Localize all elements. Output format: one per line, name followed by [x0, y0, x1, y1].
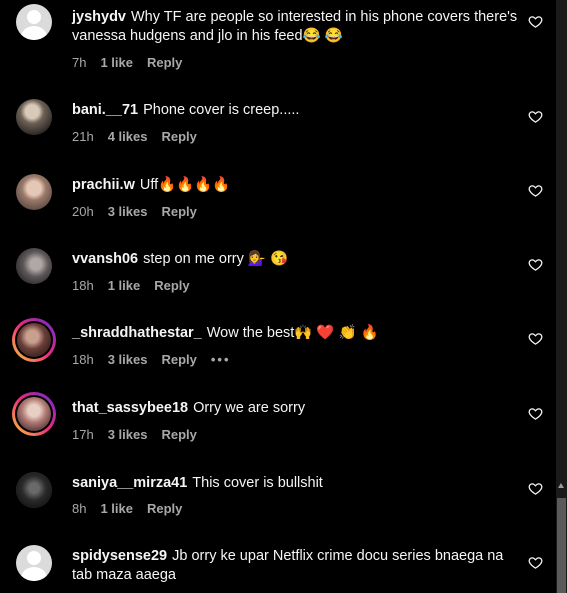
comment-username[interactable]: _shraddhathestar_ — [72, 325, 202, 341]
comment-username[interactable]: that_sassybee18 — [72, 400, 188, 416]
avatar[interactable] — [16, 472, 52, 508]
comment-time: 17h — [72, 427, 94, 442]
comment-body: spidysense29 Jb orry ke upar Netflix crim… — [72, 547, 520, 585]
comment-time: 21h — [72, 129, 94, 144]
scroll-up-arrow-icon[interactable] — [558, 483, 564, 488]
comment-username[interactable]: prachii.w — [72, 177, 135, 193]
comment-meta: 7h 1 like Reply — [72, 55, 182, 70]
comment-text: Orry we are sorry — [193, 400, 306, 416]
comment-body: vvansh06 step on me orry 💁‍♀️ 😘 — [72, 250, 520, 269]
comment-username[interactable]: saniya__mirza41 — [72, 475, 187, 491]
comment-text: Wow the best🙌 ❤️ 👏 🔥 — [206, 325, 379, 341]
scrollbar-thumb[interactable] — [557, 498, 566, 593]
avatar[interactable] — [16, 248, 52, 284]
comment-text: step on me orry 💁‍♀️ 😘 — [143, 251, 289, 267]
comment-text: Phone cover is creep..... — [143, 102, 300, 118]
comment-text: This cover is bullshit — [192, 475, 323, 491]
avatar[interactable] — [12, 392, 56, 436]
avatar[interactable] — [16, 545, 52, 581]
reply-button[interactable]: Reply — [161, 204, 196, 219]
reply-button[interactable]: Reply — [161, 352, 196, 367]
comment-body: prachii.w Uff🔥🔥🔥🔥 — [72, 176, 520, 195]
comment-time: 18h — [72, 352, 94, 367]
comment-likes[interactable]: 3 likes — [108, 352, 148, 367]
comment-time: 20h — [72, 204, 94, 219]
comment-meta: 8h 1 like Reply — [72, 501, 182, 516]
comment-meta: 17h 3 likes Reply — [72, 427, 197, 442]
avatar[interactable] — [16, 4, 52, 40]
heart-outline-icon[interactable] — [528, 481, 543, 496]
comment-likes[interactable]: 3 likes — [108, 427, 148, 442]
comment-likes[interactable]: 1 like — [100, 55, 133, 70]
comment-meta: 18h 1 like Reply — [72, 278, 190, 293]
heart-outline-icon[interactable] — [528, 109, 543, 124]
avatar[interactable] — [12, 318, 56, 362]
reply-button[interactable]: Reply — [161, 129, 196, 144]
comment-username[interactable]: spidysense29 — [72, 548, 167, 564]
heart-outline-icon[interactable] — [528, 14, 543, 29]
heart-outline-icon[interactable] — [528, 331, 543, 346]
heart-outline-icon[interactable] — [528, 406, 543, 421]
comment-meta: 21h 4 likes Reply — [72, 129, 197, 144]
reply-button[interactable]: Reply — [161, 427, 196, 442]
comment-body: jyshydv Why TF are people so interested i… — [72, 8, 520, 46]
reply-button[interactable]: Reply — [147, 501, 182, 516]
comment-likes[interactable]: 4 likes — [108, 129, 148, 144]
heart-outline-icon[interactable] — [528, 555, 543, 570]
comment-body: bani.__71 Phone cover is creep..... — [72, 101, 520, 120]
comment-likes[interactable]: 3 likes — [108, 204, 148, 219]
comment-time: 18h — [72, 278, 94, 293]
avatar[interactable] — [16, 99, 52, 135]
comment-username[interactable]: bani.__71 — [72, 102, 138, 118]
reply-button[interactable]: Reply — [154, 278, 189, 293]
comment-body: saniya__mirza41 This cover is bullshit — [72, 474, 520, 493]
heart-outline-icon[interactable] — [528, 257, 543, 272]
comment-likes[interactable]: 1 like — [108, 278, 141, 293]
comment-time: 8h — [72, 501, 87, 516]
more-options-icon[interactable]: ••• — [211, 352, 231, 367]
comment-time: 7h — [72, 55, 87, 70]
comment-meta: 20h 3 likes Reply — [72, 204, 197, 219]
scrollbar[interactable] — [556, 0, 567, 593]
comment-username[interactable]: jyshydv — [72, 9, 126, 25]
reply-button[interactable]: Reply — [147, 55, 182, 70]
avatar[interactable] — [16, 174, 52, 210]
comment-text: Uff🔥🔥🔥🔥 — [139, 177, 231, 193]
comment-text: Why TF are people so interested in his p… — [72, 9, 518, 44]
comment-meta: 18h 3 likes Reply ••• — [72, 352, 231, 367]
comment-body: that_sassybee18 Orry we are sorry — [72, 399, 520, 418]
heart-outline-icon[interactable] — [528, 183, 543, 198]
comment-likes[interactable]: 1 like — [100, 501, 133, 516]
comment-body: _shraddhathestar_ Wow the best🙌 ❤️ 👏 🔥 — [72, 324, 520, 343]
comment-username[interactable]: vvansh06 — [72, 251, 138, 267]
